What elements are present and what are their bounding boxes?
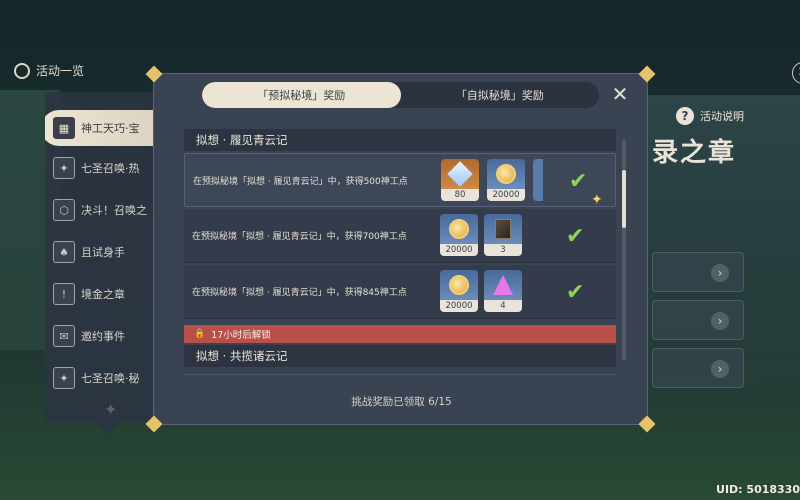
chevron-right-icon: › xyxy=(711,312,729,330)
uid-label: UID: 5018330 xyxy=(716,483,800,496)
page-title: 活动一览 xyxy=(36,64,85,78)
reward-tabs: 「预拟秘境」奖励 「自拟秘境」奖励 xyxy=(202,82,599,108)
help-icon: ? xyxy=(676,107,694,125)
shield-icon: ⬡ xyxy=(53,199,75,221)
reward-item[interactable]: 80 xyxy=(441,159,479,201)
reward-item[interactable]: 20000 xyxy=(440,270,478,312)
reward-qty: 20000 xyxy=(487,189,525,201)
reward-item[interactable]: 4 xyxy=(484,270,522,312)
chevron-right-icon: › xyxy=(711,264,729,282)
event-help-button[interactable]: ? 活动说明 xyxy=(676,107,744,125)
reward-row[interactable]: 在预拟秘境「拟想 · 履见青云记」中，获得700神工点 20000 3 ✔ xyxy=(184,209,616,263)
cards-icon: ♠ xyxy=(53,241,75,263)
reward-list: 拟想 · 履见青云记 在预拟秘境「拟想 · 履见青云记」中，获得500神工点 8… xyxy=(184,129,616,367)
gem-icon xyxy=(447,161,473,187)
sidebar-item-label: 七圣召唤·秘 xyxy=(81,372,140,385)
sidebar-item-label: 且试身手 xyxy=(81,246,125,259)
star-ornament-icon: ✦ xyxy=(104,400,118,419)
sidebar-item-label: 神工天巧·宝 xyxy=(81,122,140,135)
crystal-icon xyxy=(493,275,513,295)
lock-icon: 🔒 xyxy=(194,329,206,339)
tab-custom-domain[interactable]: 「自拟秘境」奖励 xyxy=(401,82,600,108)
reward-qty: 20000 xyxy=(440,244,478,256)
book-icon xyxy=(495,219,511,239)
reward-qty: 80 xyxy=(441,189,479,201)
sidebar-item-label: 邀约事件 xyxy=(81,330,125,343)
chevron-right-icon: › xyxy=(711,360,729,378)
background-event-row[interactable]: › xyxy=(652,300,744,340)
reward-item[interactable]: 3 xyxy=(484,214,522,256)
unlock-timer-label: 17小时后解锁 xyxy=(211,330,271,341)
sparkle-cursor-icon: ✦ xyxy=(591,192,603,208)
section-title: 拟想 · 共揽诸云记 xyxy=(184,345,616,367)
top-bar: 活动一览 xyxy=(0,62,84,79)
reward-qty: 3 xyxy=(484,244,522,256)
reward-condition: 在预拟秘境「拟想 · 履见青云记」中，获得700神工点 xyxy=(192,232,407,242)
sidebar-item-label: 决斗！召唤之 xyxy=(81,204,147,217)
coin-icon xyxy=(449,275,469,295)
card-icon: ✦ xyxy=(53,367,75,389)
background-event-row[interactable]: › xyxy=(652,348,744,388)
sidebar-item-label: 七圣召唤·热 xyxy=(81,162,140,175)
reward-item[interactable]: 20000 xyxy=(487,159,525,201)
card-icon: ✦ xyxy=(53,157,75,179)
sidebar-item-label: 境金之章 xyxy=(81,288,125,301)
footer-divider xyxy=(184,374,616,375)
scrollbar-thumb[interactable] xyxy=(622,170,626,228)
reward-qty: 20000 xyxy=(440,300,478,312)
reward-qty: 4 xyxy=(484,300,522,312)
reward-row[interactable]: 在预拟秘境「拟想 · 履见青云记」中，获得845神工点 20000 4 ✔ xyxy=(184,265,616,319)
reward-item-partial[interactable] xyxy=(533,159,543,201)
reward-item[interactable]: 20000 xyxy=(440,214,478,256)
event-help-label: 活动说明 xyxy=(700,110,744,123)
claimed-check-icon: ✔ xyxy=(566,280,585,305)
tab-preset-domain[interactable]: 「预拟秘境」奖励 xyxy=(202,82,401,108)
exclaim-icon: ! xyxy=(53,283,75,305)
reward-condition: 在预拟秘境「拟想 · 履见青云记」中，获得845神工点 xyxy=(192,288,407,298)
background-event-row[interactable]: › xyxy=(652,252,744,292)
unlock-timer-bar: 🔒 17小时后解锁 xyxy=(184,325,616,343)
section-title: 拟想 · 履见青云记 xyxy=(184,129,616,151)
coin-icon xyxy=(449,219,469,239)
background-event-title: 录之章 xyxy=(652,138,737,168)
claimed-check-icon: ✔ xyxy=(569,169,588,194)
letter-icon: ✉ xyxy=(53,325,75,347)
rewards-modal: 「预拟秘境」奖励 「自拟秘境」奖励 ✕ 拟想 · 履见青云记 在预拟秘境「拟想 … xyxy=(145,65,656,433)
claimed-progress: 挑战奖励已领取 6/15 xyxy=(351,396,452,408)
coin-icon xyxy=(496,164,516,184)
reward-condition: 在预拟秘境「拟想 · 履见青云记」中，获得500神工点 xyxy=(193,177,408,187)
events-icon xyxy=(14,62,30,79)
grid-icon: ▦ xyxy=(53,117,75,139)
claimed-check-icon: ✔ xyxy=(566,224,585,249)
reward-row[interactable]: 在预拟秘境「拟想 · 履见青云记」中，获得500神工点 80 20000 ✔ xyxy=(184,153,616,207)
close-icon[interactable]: ✕ xyxy=(610,84,630,104)
